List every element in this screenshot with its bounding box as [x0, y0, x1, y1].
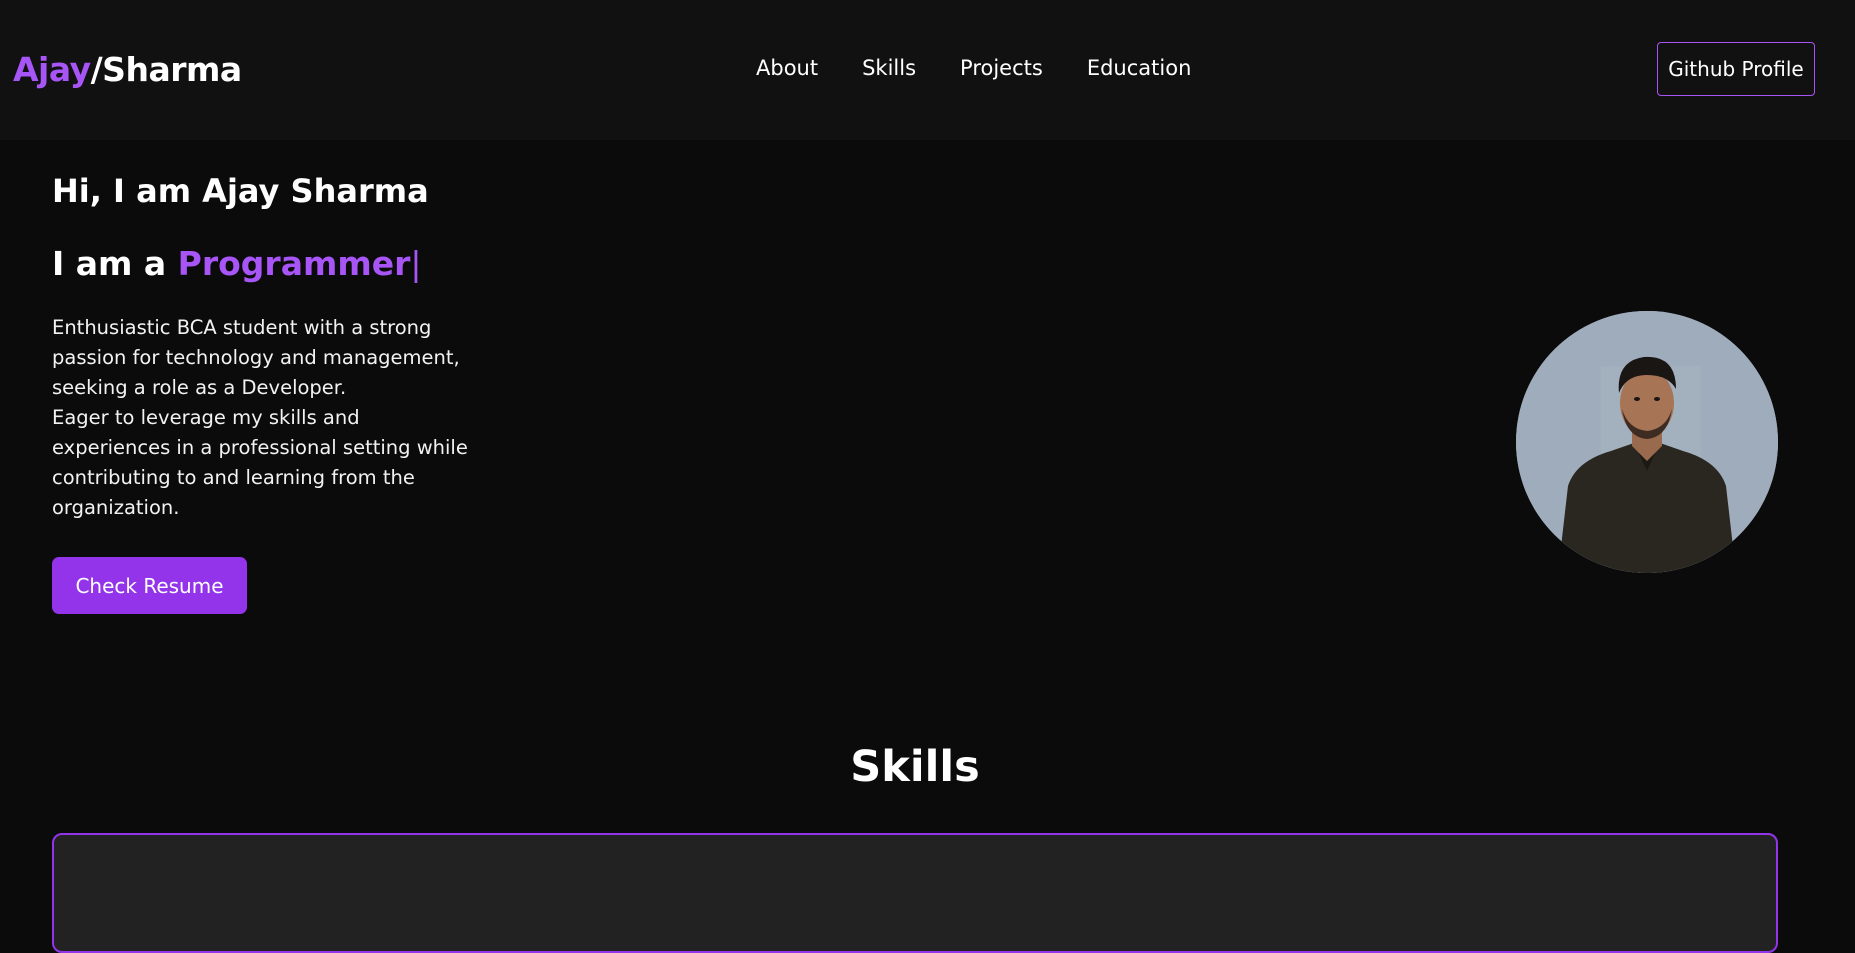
nav-link-education[interactable]: Education — [1087, 56, 1192, 80]
hero-role-line: I am a Programmer| — [52, 244, 422, 283]
logo-last-name: /Sharma — [90, 50, 243, 89]
role-prefix: I am a — [52, 244, 178, 283]
nav-link-projects[interactable]: Projects — [960, 56, 1043, 80]
skills-heading: Skills — [850, 742, 980, 792]
description-paragraph-2: Eager to leverage my skills and experien… — [52, 406, 468, 519]
site-logo[interactable]: Ajay/Sharma — [13, 50, 242, 89]
main-nav: About Skills Projects Education — [756, 56, 1191, 80]
logo-first-name: Ajay — [13, 50, 91, 89]
hero-greeting: Hi, I am Ajay Sharma — [52, 172, 429, 210]
typing-cursor: | — [410, 244, 422, 283]
skills-panel — [52, 833, 1778, 953]
description-paragraph-1: Enthusiastic BCA student with a strong p… — [52, 316, 460, 399]
navbar: Ajay/Sharma About Skills Projects Educat… — [0, 0, 1855, 140]
nav-link-skills[interactable]: Skills — [862, 56, 916, 80]
hero-description: Enthusiastic BCA student with a strong p… — [52, 313, 472, 523]
profile-portrait-image — [1516, 311, 1778, 573]
github-profile-button[interactable]: Github Profile — [1657, 42, 1815, 96]
profile-photo — [1516, 311, 1778, 573]
typed-role-word: Programmer — [177, 244, 411, 283]
nav-link-about[interactable]: About — [756, 56, 818, 80]
check-resume-button[interactable]: Check Resume — [52, 557, 247, 614]
